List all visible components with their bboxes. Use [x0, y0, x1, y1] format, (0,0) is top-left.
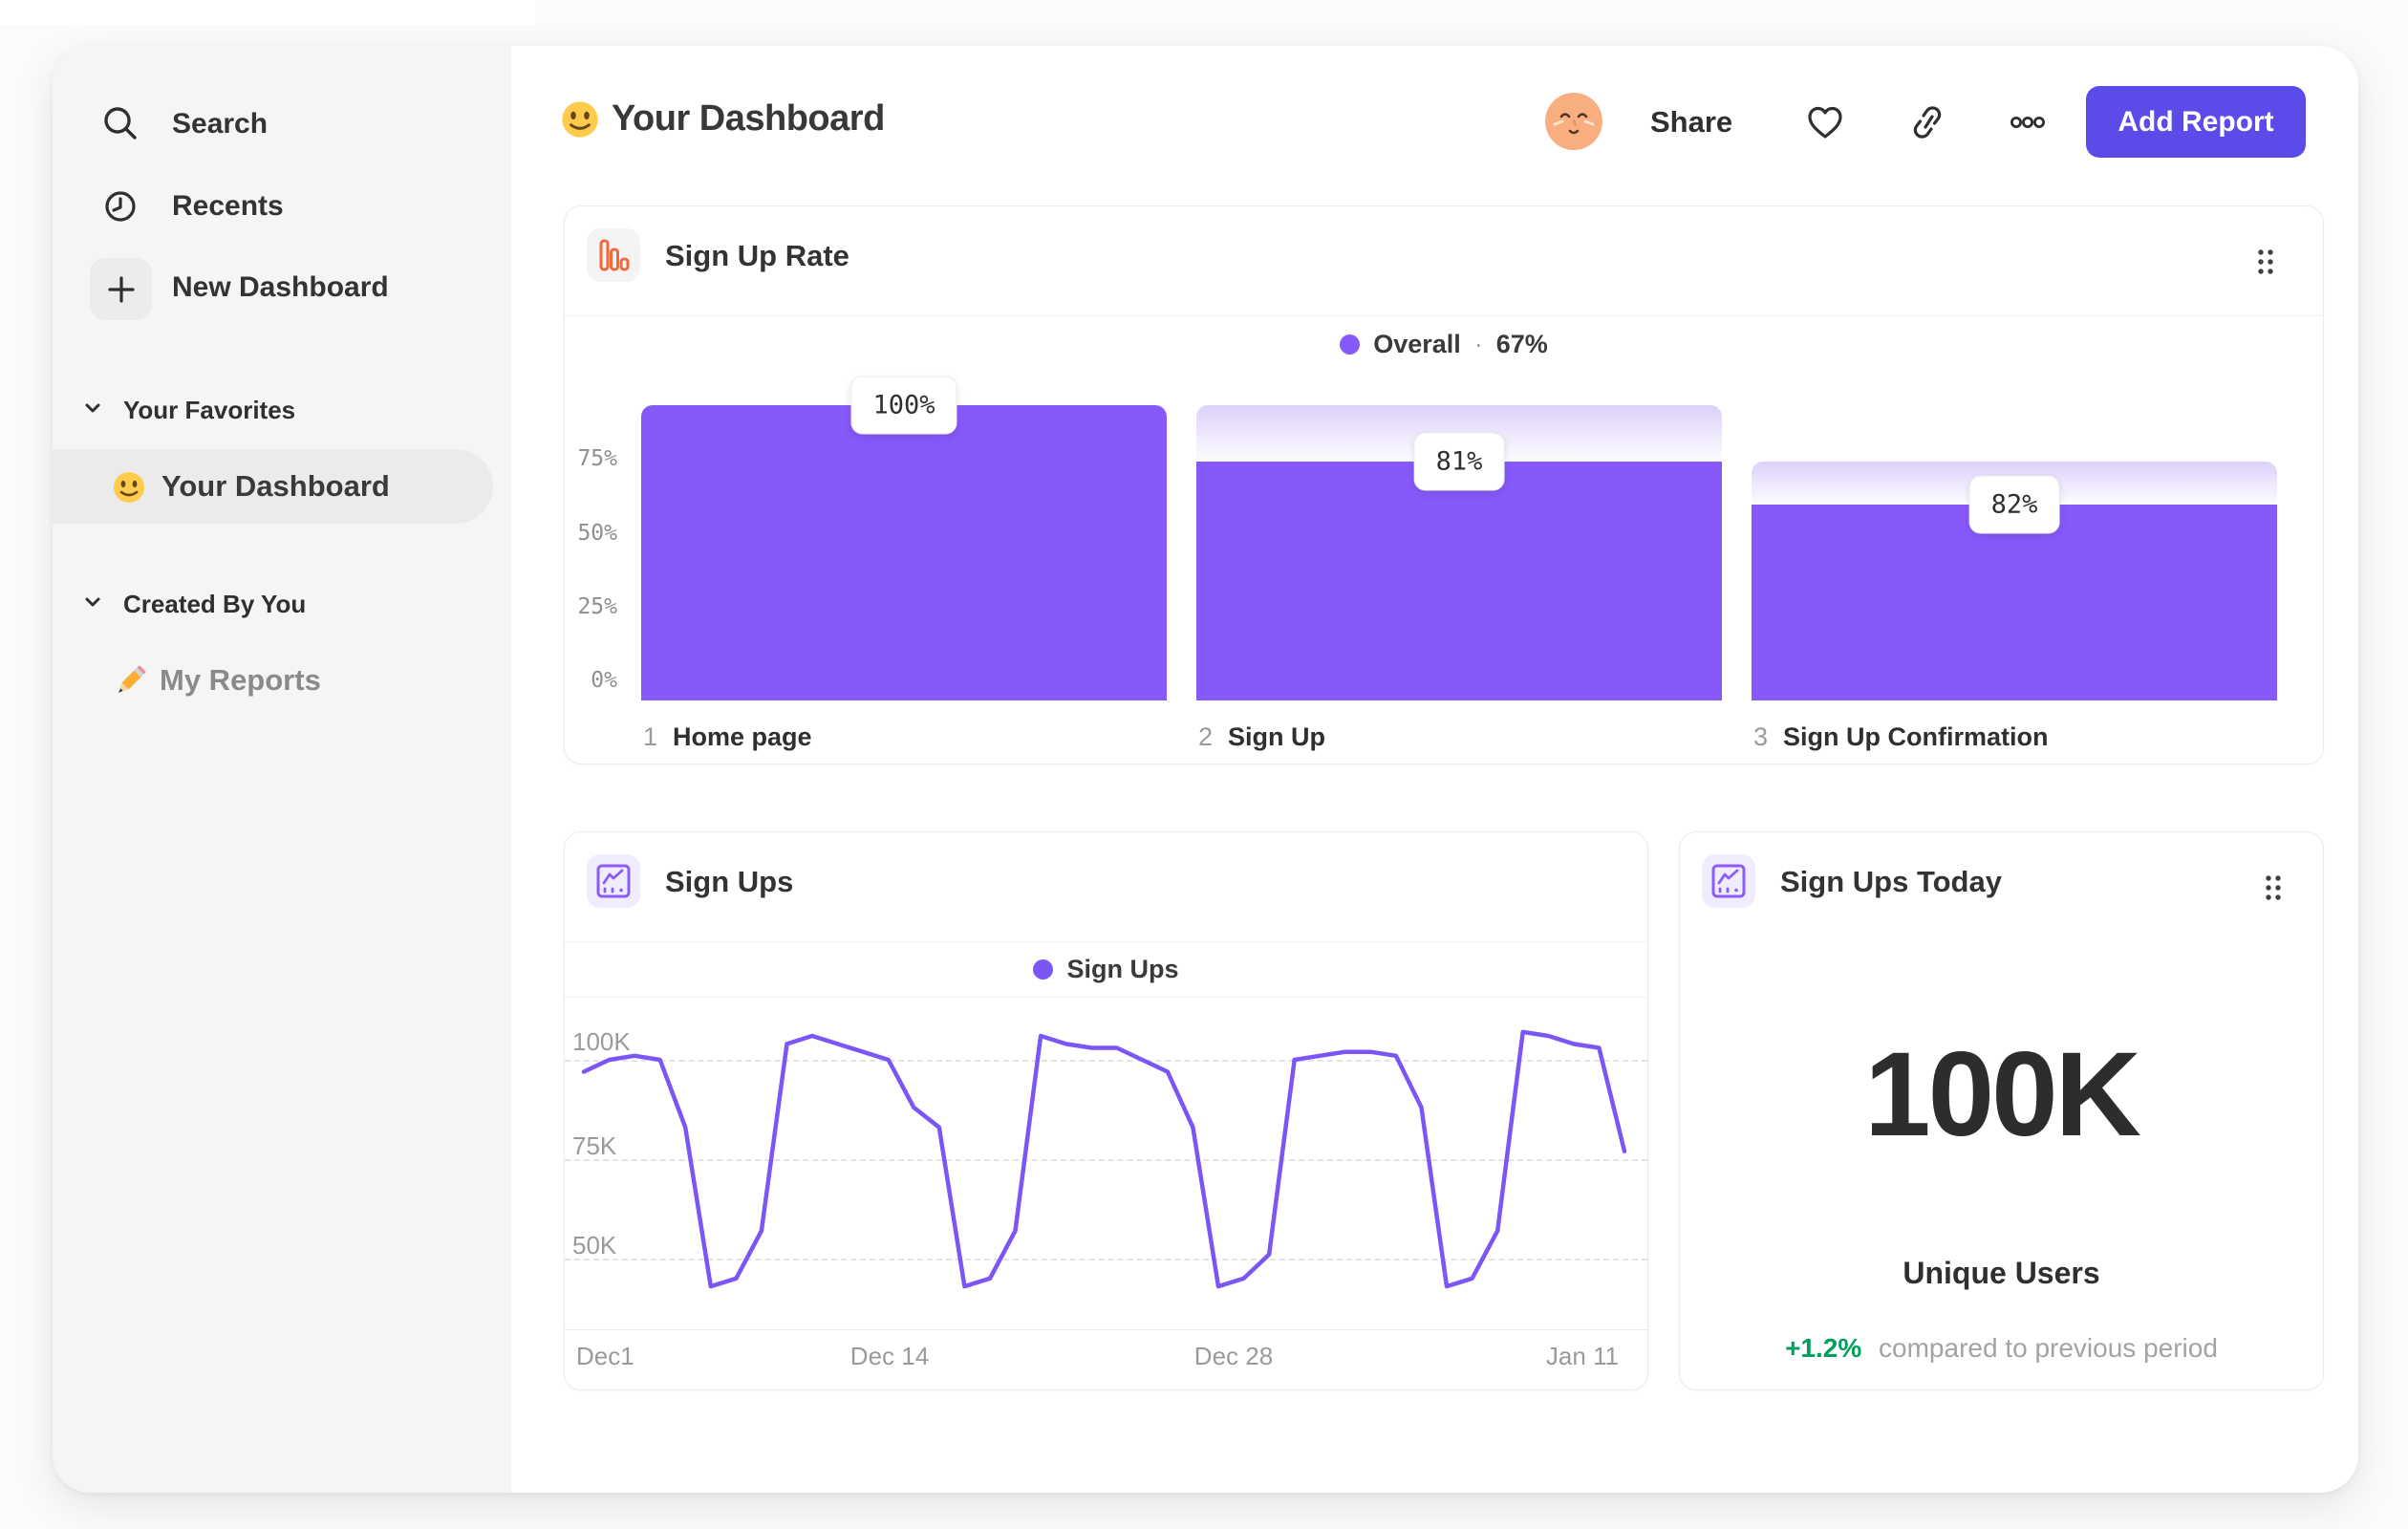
sidebar-item-my-reports[interactable]: My Reports	[53, 652, 493, 709]
x-tick-label: Jan 11	[1545, 1342, 1620, 1370]
funnel-step-label: 3 Sign Up Confirmation	[1753, 722, 2049, 752]
funnel-value-chip: 82%	[1968, 475, 2060, 533]
more-options-icon[interactable]	[2005, 99, 2051, 145]
funnel-step-2[interactable]: 81% 2 Sign Up	[1196, 405, 1722, 751]
funnel-value-chip: 100%	[850, 376, 957, 435]
section-label: Your Favorites	[123, 396, 296, 424]
sidebar-section-your-favorites[interactable]: Your Favorites	[81, 396, 295, 425]
y-tick-label: 75%	[577, 446, 617, 472]
search-icon	[90, 94, 151, 155]
share-button[interactable]: Share	[1650, 105, 1732, 140]
step-number: 1	[643, 722, 658, 751]
user-avatar[interactable]	[1545, 93, 1602, 150]
sidebar-item-label: Recents	[172, 190, 284, 222]
step-name: Sign Up	[1228, 722, 1326, 751]
browser-chrome-strip	[0, 0, 535, 25]
delta-percent: +1.2%	[1785, 1333, 1862, 1363]
app-window: Search Recents New Dashboard Your Favori…	[53, 46, 2358, 1493]
favorite-heart-icon[interactable]	[1802, 99, 1848, 145]
metric-delta: +1.2% compared to previous period	[1680, 1333, 2323, 1364]
funnel-step-label: 2 Sign Up	[1198, 722, 1325, 752]
chevron-down-icon	[81, 591, 104, 618]
step-name: Sign Up Confirmation	[1783, 722, 2049, 751]
funnel-chart[interactable]: 100% 1 Home page 81% 2 Sign Up 82% 3 Sign Up Con…	[641, 376, 2277, 751]
line-chart-icon	[1702, 854, 1755, 908]
line-legend[interactable]: Sign Ups	[565, 942, 1647, 998]
y-tick-label: 25%	[577, 593, 617, 619]
metric-label: Unique Users	[1903, 1256, 2100, 1290]
step-name: Home page	[673, 722, 812, 751]
sidebar-item-recents[interactable]: Recents	[53, 180, 454, 233]
x-tick-label: Dec 14	[849, 1342, 930, 1370]
smiley-emoji	[112, 470, 146, 509]
delta-note: compared to previous period	[1879, 1333, 2218, 1363]
chevron-down-icon	[81, 397, 104, 424]
page: Search Recents New Dashboard Your Favori…	[0, 0, 2408, 1529]
legend-dot	[1340, 334, 1361, 355]
drag-handle-icon[interactable]	[2254, 869, 2292, 907]
card-header: Sign Up Rate	[565, 206, 2323, 316]
card-sign-up-rate: Sign Up Rate Overall · 67% 75% 50% 25% 0% 1…	[564, 205, 2324, 764]
drag-handle-icon[interactable]	[2247, 243, 2285, 281]
legend-label: Sign Ups	[1066, 955, 1179, 983]
sidebar-item-label: Your Dashboard	[161, 469, 390, 503]
funnel-bar[interactable]	[1752, 504, 2277, 700]
legend-dot	[1033, 959, 1054, 980]
y-tick-label: 50%	[577, 520, 617, 546]
signups-line-series[interactable]	[581, 1029, 1627, 1289]
y-tick-label: 0%	[591, 668, 617, 693]
sidebar-item-your-dashboard[interactable]: Your Dashboard	[53, 449, 493, 524]
sidebar-item-new-dashboard[interactable]: New Dashboard	[53, 258, 454, 320]
copy-link-icon[interactable]	[1904, 99, 1950, 145]
step-number: 2	[1198, 722, 1214, 751]
legend-separator: ·	[1473, 329, 1483, 358]
x-tick-label: Dec1	[576, 1342, 634, 1370]
section-label: Created By You	[123, 590, 307, 618]
page-title: Your Dashboard	[612, 98, 885, 139]
card-header: Sign Ups Today	[1680, 832, 2323, 942]
pencil-emoji	[112, 663, 148, 704]
x-axis-line	[565, 1329, 1647, 1330]
bar-chart-icon	[587, 228, 640, 282]
line-chart[interactable]	[565, 997, 1649, 1329]
card-sign-ups: Sign Ups Sign Ups 100K 75K 50K Dec1 Dec …	[564, 831, 1648, 1390]
card-title: Sign Up Rate	[665, 239, 849, 272]
recents-clock-icon	[90, 176, 151, 237]
sidebar: Search Recents New Dashboard Your Favori…	[53, 46, 511, 1493]
card-header: Sign Ups	[565, 832, 1647, 942]
x-tick-label: Dec 28	[1193, 1342, 1274, 1370]
card-title: Sign Ups Today	[1780, 865, 2002, 898]
sidebar-item-label: My Reports	[160, 663, 321, 697]
funnel-bar[interactable]	[641, 405, 1167, 700]
add-report-button[interactable]: Add Report	[2086, 86, 2306, 158]
legend-value: 67%	[1495, 329, 1548, 358]
plus-icon	[90, 258, 152, 320]
card-sign-ups-today: Sign Ups Today 100K Unique Users +1.2% c…	[1679, 831, 2324, 1390]
step-number: 3	[1753, 722, 1769, 751]
funnel-step-label: 1 Home page	[643, 722, 812, 752]
metric-value: 100K	[1864, 1028, 2141, 1161]
sidebar-item-label: Search	[172, 108, 269, 140]
card-title: Sign Ups	[665, 865, 794, 898]
sidebar-item-search[interactable]: Search	[53, 97, 454, 151]
funnel-step-3[interactable]: 82% 3 Sign Up Confirmation	[1752, 405, 2277, 751]
funnel-legend[interactable]: Overall · 67%	[565, 316, 2323, 372]
funnel-bar[interactable]	[1196, 461, 1722, 700]
funnel-value-chip: 81%	[1413, 432, 1505, 491]
smiley-emoji	[560, 99, 600, 144]
legend-label: Overall	[1373, 329, 1461, 358]
funnel-step-1[interactable]: 100% 1 Home page	[641, 376, 1167, 751]
sidebar-item-label: New Dashboard	[172, 271, 389, 303]
sidebar-section-created-by-you[interactable]: Created By You	[81, 590, 306, 619]
line-chart-icon	[587, 854, 640, 908]
